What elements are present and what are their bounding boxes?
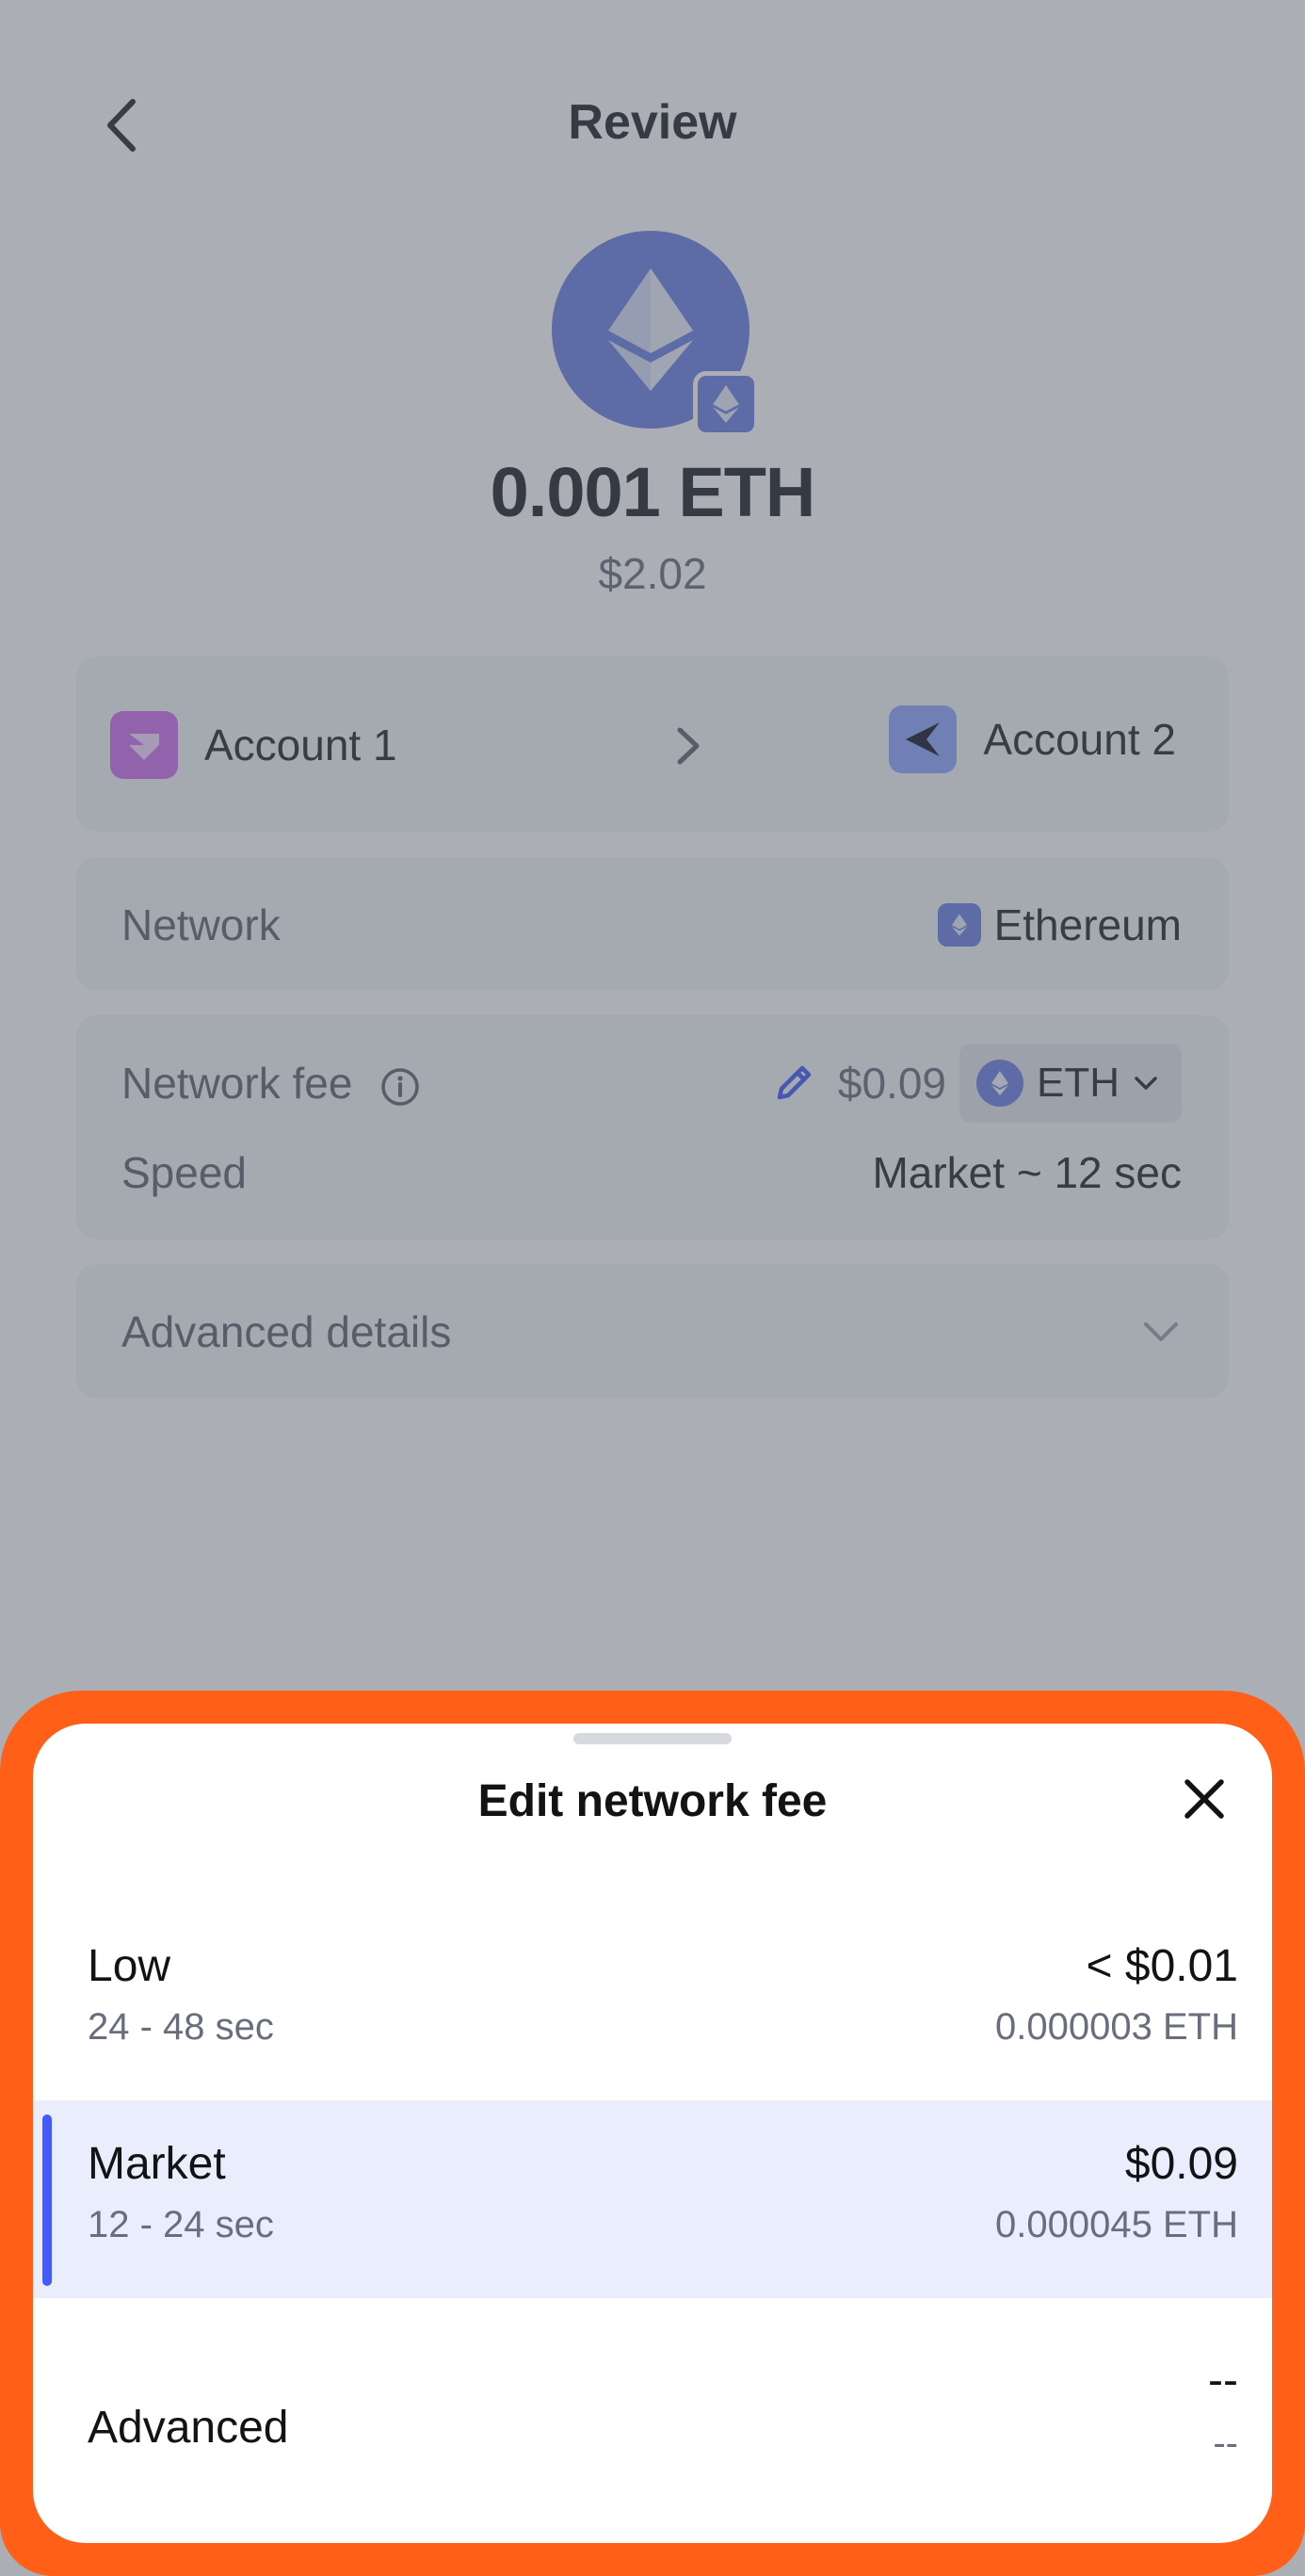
sheet-grabber[interactable] (573, 1733, 732, 1744)
fee-option-fiat: $0.09 (1124, 2139, 1238, 2189)
fee-option-crypto: -- (1213, 2422, 1238, 2464)
fee-option-time: 12 - 24 sec (88, 2204, 274, 2245)
edit-network-fee-sheet: Edit network fee Low 24 - 48 sec < $0.01… (33, 1724, 1272, 2543)
fee-option-name: Advanced (88, 2403, 289, 2453)
fee-option-crypto: 0.000045 ETH (995, 2204, 1238, 2245)
fee-option-advanced[interactable]: Advanced -- -- (33, 2298, 1272, 2543)
fee-option-low[interactable]: Low 24 - 48 sec < $0.01 0.000003 ETH (33, 1903, 1272, 2100)
close-icon (1184, 1779, 1224, 1819)
fee-option-market[interactable]: Market 12 - 24 sec $0.09 0.000045 ETH (33, 2100, 1272, 2298)
fee-option-crypto: 0.000003 ETH (995, 2006, 1238, 2048)
fee-option-fiat: < $0.01 (1086, 1941, 1238, 1991)
sheet-title: Edit network fee (477, 1776, 828, 1826)
fee-option-name: Market (88, 2139, 226, 2189)
close-button[interactable] (1174, 1769, 1234, 1829)
fee-option-time: 24 - 48 sec (88, 2006, 274, 2048)
fee-option-name: Low (88, 1941, 171, 1991)
selected-indicator (42, 2114, 52, 2286)
fee-option-fiat: -- (1208, 2356, 1238, 2406)
